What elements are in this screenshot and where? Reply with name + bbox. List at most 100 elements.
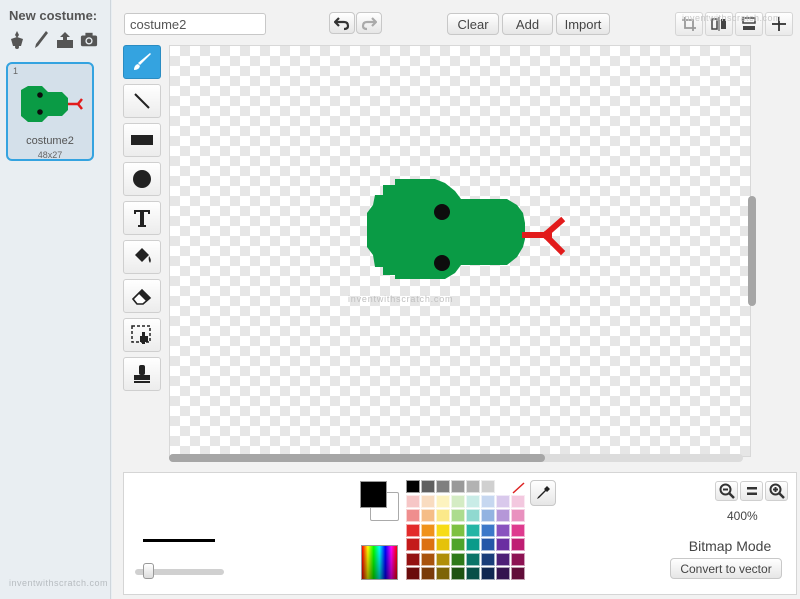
select-tool[interactable] bbox=[123, 318, 161, 352]
palette-swatch[interactable] bbox=[466, 509, 480, 522]
paint-from-library-icon[interactable] bbox=[8, 30, 26, 50]
palette-swatch[interactable] bbox=[436, 552, 450, 566]
primary-color-swatch[interactable] bbox=[360, 481, 387, 508]
eyedropper-button[interactable] bbox=[530, 480, 556, 506]
camera-icon[interactable] bbox=[80, 30, 98, 50]
palette-swatch[interactable] bbox=[406, 480, 420, 493]
palette-swatch[interactable] bbox=[481, 509, 495, 522]
import-button[interactable]: Import bbox=[556, 13, 610, 35]
palette-swatch[interactable] bbox=[481, 567, 495, 580]
text-tool[interactable] bbox=[123, 201, 161, 235]
palette-swatch[interactable] bbox=[436, 494, 450, 508]
zoom-out-button[interactable] bbox=[715, 481, 738, 501]
palette-swatch[interactable] bbox=[451, 494, 465, 508]
palette-swatch[interactable] bbox=[466, 567, 480, 580]
palette-swatch[interactable] bbox=[436, 523, 450, 537]
fill-tool[interactable] bbox=[123, 240, 161, 274]
rectangle-tool[interactable] bbox=[123, 123, 161, 157]
palette-swatch[interactable] bbox=[496, 552, 510, 566]
add-button[interactable]: Add bbox=[502, 13, 553, 35]
palette-swatch[interactable] bbox=[406, 509, 420, 522]
palette-swatch[interactable] bbox=[451, 567, 465, 580]
palette-swatch[interactable] bbox=[436, 509, 450, 522]
palette-swatch[interactable] bbox=[406, 523, 420, 537]
palette-swatch[interactable] bbox=[496, 509, 510, 522]
palette-swatch[interactable] bbox=[466, 480, 480, 493]
palette-swatch[interactable] bbox=[406, 538, 420, 551]
palette-swatch[interactable] bbox=[511, 523, 525, 537]
palette-swatch-transparent[interactable] bbox=[511, 480, 525, 494]
palette-swatch[interactable] bbox=[451, 523, 465, 537]
palette-swatch[interactable] bbox=[451, 509, 465, 522]
paint-canvas[interactable]: inventwithscratch.com bbox=[169, 45, 751, 457]
palette-swatch[interactable] bbox=[451, 480, 465, 493]
palette-swatch[interactable] bbox=[481, 523, 495, 537]
palette-swatch[interactable] bbox=[421, 567, 435, 580]
palette-swatch[interactable] bbox=[466, 494, 480, 508]
brush-size-knob[interactable] bbox=[142, 563, 154, 579]
convert-to-vector-button[interactable]: Convert to vector bbox=[670, 558, 782, 579]
palette-swatch[interactable] bbox=[466, 538, 480, 551]
palette-swatch[interactable] bbox=[496, 567, 510, 580]
line-tool[interactable] bbox=[123, 84, 161, 118]
palette-swatch[interactable] bbox=[406, 494, 420, 508]
eraser-tool[interactable] bbox=[123, 279, 161, 313]
palette-swatch[interactable] bbox=[466, 552, 480, 566]
palette-swatch[interactable] bbox=[481, 480, 495, 493]
palette-swatch[interactable] bbox=[511, 494, 525, 508]
palette-swatch[interactable] bbox=[421, 509, 435, 522]
snake-eye-bottom bbox=[434, 255, 450, 271]
snake-head-sprite bbox=[367, 179, 566, 279]
undo-icon bbox=[334, 17, 350, 31]
palette-swatch[interactable] bbox=[421, 494, 435, 508]
palette-swatch[interactable] bbox=[481, 552, 495, 566]
costume-name-input[interactable] bbox=[124, 13, 266, 35]
palette-swatch[interactable] bbox=[406, 552, 420, 566]
palette-swatch[interactable] bbox=[406, 567, 420, 580]
palette-swatch[interactable] bbox=[436, 538, 450, 551]
palette-swatch[interactable] bbox=[496, 480, 510, 493]
undo-button[interactable] bbox=[329, 12, 355, 34]
redo-icon bbox=[361, 17, 377, 31]
clear-button[interactable]: Clear bbox=[447, 13, 499, 35]
palette-swatch[interactable] bbox=[466, 523, 480, 537]
redo-button[interactable] bbox=[356, 12, 382, 34]
palette-swatch[interactable] bbox=[451, 538, 465, 551]
ellipse-tool[interactable] bbox=[123, 162, 161, 196]
color-palette bbox=[406, 480, 526, 582]
palette-swatch[interactable] bbox=[421, 538, 435, 551]
palette-swatch[interactable] bbox=[451, 552, 465, 566]
text-icon bbox=[134, 210, 150, 227]
palette-swatch[interactable] bbox=[511, 538, 525, 551]
palette-swatch[interactable] bbox=[496, 538, 510, 551]
costume-tile[interactable]: 1 costume2 48x27 bbox=[6, 62, 94, 161]
vertical-scrollbar[interactable] bbox=[748, 196, 756, 306]
paintbrush-icon[interactable] bbox=[32, 30, 50, 50]
stamp-icon bbox=[134, 365, 150, 383]
palette-swatch[interactable] bbox=[481, 494, 495, 508]
bottom-panel: 400% Bitmap Mode Convert to vector bbox=[123, 472, 797, 595]
costume-name: costume2 bbox=[26, 135, 74, 147]
line-icon bbox=[134, 93, 150, 109]
zoom-reset-button[interactable] bbox=[740, 481, 763, 501]
color-spectrum-button[interactable] bbox=[361, 545, 398, 580]
palette-swatch[interactable] bbox=[421, 552, 435, 566]
upload-icon[interactable] bbox=[56, 30, 74, 50]
palette-swatch[interactable] bbox=[511, 552, 525, 566]
palette-swatch[interactable] bbox=[481, 538, 495, 551]
horizontal-scrollbar[interactable] bbox=[169, 454, 545, 462]
equals-icon bbox=[746, 487, 757, 495]
bitmap-mode-label: Bitmap Mode bbox=[688, 538, 772, 554]
zoom-in-button[interactable] bbox=[765, 481, 788, 501]
palette-swatch[interactable] bbox=[496, 523, 510, 537]
palette-swatch[interactable] bbox=[511, 509, 525, 522]
palette-swatch[interactable] bbox=[496, 494, 510, 508]
brush-tool[interactable] bbox=[123, 45, 161, 79]
palette-swatch[interactable] bbox=[436, 480, 450, 493]
eraser-icon bbox=[131, 288, 152, 305]
palette-swatch[interactable] bbox=[421, 480, 435, 493]
palette-swatch[interactable] bbox=[421, 523, 435, 537]
palette-swatch[interactable] bbox=[511, 567, 525, 580]
palette-swatch[interactable] bbox=[436, 567, 450, 580]
stamp-tool[interactable] bbox=[123, 357, 161, 391]
